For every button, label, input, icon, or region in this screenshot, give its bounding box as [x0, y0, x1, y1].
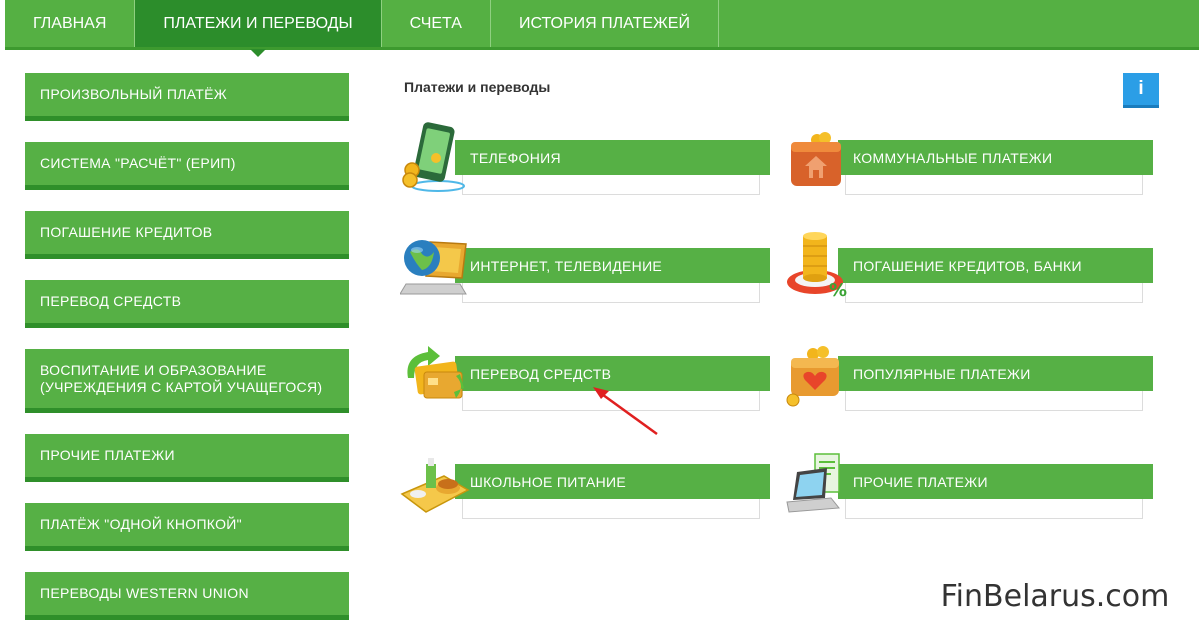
category-card-label: КОММУНАЛЬНЫЕ ПЛАТЕЖИ	[838, 140, 1153, 175]
laptop-receipt-icon	[786, 453, 840, 513]
tab-payments-transfers[interactable]: ПЛАТЕЖИ И ПЕРЕВОДЫ	[135, 0, 382, 57]
watermark: FinBelarus.com	[920, 578, 1190, 614]
coins-percent-icon: %	[787, 232, 847, 300]
wallet-heart-icon	[786, 346, 839, 407]
category-card-utilities[interactable]: КОММУНАЛЬНЫЕ ПЛАТЕЖИ	[783, 122, 1158, 202]
category-card-label: ПЕРЕВОД СРЕДСТВ	[455, 356, 770, 391]
phone-coins-icon	[402, 122, 465, 192]
category-card-label: ИНТЕРНЕТ, ТЕЛЕВИДЕНИЕ	[455, 248, 770, 283]
category-card-school-meals[interactable]: ШКОЛЬНОЕ ПИТАНИЕ	[400, 446, 775, 526]
category-card-funds-transfer[interactable]: ПЕРЕВОД СРЕДСТВ	[400, 338, 775, 418]
sidebar-item-other-payments[interactable]: ПРОЧИЕ ПЛАТЕЖИ	[25, 434, 349, 482]
sidebar-item-education[interactable]: ВОСПИТАНИЕ И ОБРАЗОВАНИЕ (УЧРЕЖДЕНИЯ С К…	[25, 349, 349, 413]
tab-payment-history[interactable]: ИСТОРИЯ ПЛАТЕЖЕЙ	[491, 0, 719, 47]
page-title: Платежи и переводы	[404, 79, 551, 95]
category-card-label: ПОПУЛЯРНЫЕ ПЛАТЕЖИ	[838, 356, 1153, 391]
sidebar-item-one-button-payment[interactable]: ПЛАТЁЖ "ОДНОЙ КНОПКОЙ"	[25, 503, 349, 551]
wallet-house-icon	[791, 132, 841, 186]
sidebar-item-erip[interactable]: СИСТЕМА "РАСЧЁТ" (ЕРИП)	[25, 142, 349, 190]
info-button[interactable]: i	[1123, 73, 1159, 108]
sidebar-item-funds-transfer[interactable]: ПЕРЕВОД СРЕДСТВ	[25, 280, 349, 328]
category-card-telephony[interactable]: ТЕЛЕФОНИЯ	[400, 122, 775, 202]
category-card-internet-tv[interactable]: ИНТЕРНЕТ, ТЕЛЕВИДЕНИЕ	[400, 230, 775, 310]
sidebar-item-loan-repayment[interactable]: ПОГАШЕНИЕ КРЕДИТОВ	[25, 211, 349, 259]
category-card-label: ТЕЛЕФОНИЯ	[455, 140, 770, 175]
category-card-other-payments[interactable]: ПРОЧИЕ ПЛАТЕЖИ	[783, 446, 1158, 526]
category-card-loans-banks[interactable]: ПОГАШЕНИЕ КРЕДИТОВ, БАНКИ %	[783, 230, 1158, 310]
tab-home[interactable]: ГЛАВНАЯ	[5, 0, 136, 47]
tab-accounts[interactable]: СЧЕТА	[382, 0, 491, 47]
card-transfer-icon	[407, 346, 464, 399]
top-navigation: ГЛАВНАЯ ПЛАТЕЖИ И ПЕРЕВОДЫ СЧЕТА ИСТОРИЯ…	[5, 0, 1199, 57]
food-tray-icon	[400, 458, 470, 513]
globe-laptop-icon	[400, 240, 467, 295]
category-card-label: ПОГАШЕНИЕ КРЕДИТОВ, БАНКИ	[838, 248, 1153, 283]
sidebar-item-western-union[interactable]: ПЕРЕВОДЫ WESTERN UNION	[25, 572, 349, 620]
category-card-label: ШКОЛЬНОЕ ПИТАНИЕ	[455, 464, 770, 499]
svg-text:%: %	[829, 280, 847, 300]
category-card-label: ПРОЧИЕ ПЛАТЕЖИ	[838, 464, 1153, 499]
sidebar-item-arbitrary-payment[interactable]: ПРОИЗВОЛЬНЫЙ ПЛАТЁЖ	[25, 73, 349, 121]
category-card-popular-payments[interactable]: ПОПУЛЯРНЫЕ ПЛАТЕЖИ	[783, 338, 1158, 418]
info-icon: i	[1138, 78, 1144, 99]
